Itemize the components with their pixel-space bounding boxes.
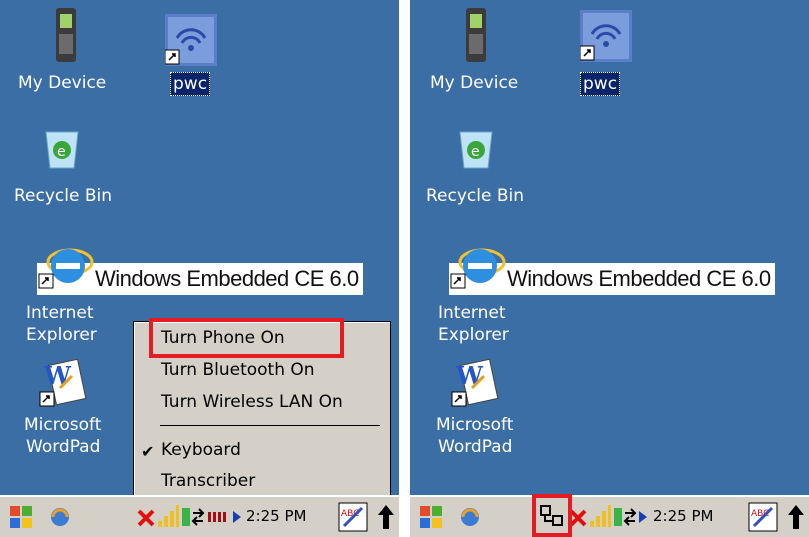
recycle-bin-icon[interactable]: e (456, 128, 496, 170)
start-icon[interactable] (416, 503, 446, 531)
svg-text:W: W (455, 361, 484, 390)
highlight-network-icon (532, 494, 572, 537)
signal-strength-icon[interactable] (588, 503, 612, 529)
battery-connection-icon[interactable] (181, 505, 205, 529)
device-icon[interactable] (52, 8, 80, 64)
keyboard-indicator-icon[interactable] (207, 510, 229, 524)
internet-explorer-label-2[interactable]: Explorer (438, 324, 509, 346)
menu-item-transcriber[interactable]: Transcriber (161, 471, 255, 491)
my-device-label[interactable]: My Device (430, 72, 518, 94)
wordpad-label-2[interactable]: WordPad (438, 436, 512, 458)
internet-explorer-label-1[interactable]: Internet (438, 302, 506, 324)
highlight-turn-phone-on (149, 318, 344, 358)
wordpad-label-1[interactable]: Microsoft (436, 414, 513, 436)
arrow-right-icon[interactable] (232, 510, 242, 524)
checkmark-icon: ✔ (141, 442, 155, 461)
menu-item-turn-wireless-lan-on[interactable]: Turn Wireless LAN On (161, 392, 343, 412)
left-screen: My Device pwc e Recycle Bin Windows Embe… (0, 0, 399, 537)
input-panel-icon[interactable]: ABC (748, 502, 778, 532)
ie-icon[interactable] (450, 236, 506, 292)
signal-strength-icon[interactable] (156, 503, 180, 529)
right-screen: My Device pwc e Recycle Bin Windows Embe… (410, 0, 809, 537)
wordpad-icon[interactable]: W (450, 358, 500, 408)
svg-text:e: e (57, 144, 66, 160)
arrow-up-icon[interactable] (786, 503, 806, 531)
menu-separator (160, 425, 380, 426)
taskbar: 2:25 PM ABC (410, 495, 809, 537)
taskbar: 2:25 PM ABC (0, 495, 399, 537)
device-icon[interactable] (462, 8, 490, 64)
recycle-bin-label[interactable]: Recycle Bin (14, 185, 112, 207)
internet-explorer-label-1[interactable]: Internet (26, 302, 94, 324)
no-signal-icon[interactable] (136, 506, 156, 528)
internet-explorer-label-2[interactable]: Explorer (26, 324, 97, 346)
svg-text:e: e (471, 144, 480, 160)
recycle-bin-label[interactable]: Recycle Bin (426, 185, 524, 207)
wifi-icon[interactable] (165, 14, 217, 66)
input-panel-icon[interactable]: ABC (338, 502, 368, 532)
svg-text:W: W (43, 361, 72, 390)
ie-icon[interactable] (38, 236, 94, 292)
sync-icon[interactable] (457, 505, 483, 529)
pwc-label[interactable]: pwc (170, 72, 211, 96)
clock[interactable]: 2:25 PM (653, 507, 713, 525)
menu-item-turn-bluetooth-on[interactable]: Turn Bluetooth On (161, 360, 315, 380)
wifi-icon[interactable] (580, 10, 632, 62)
pwc-label[interactable]: pwc (580, 72, 621, 96)
sync-icon[interactable] (47, 505, 73, 529)
battery-connection-icon[interactable] (613, 505, 637, 529)
wordpad-label-2[interactable]: WordPad (26, 436, 100, 458)
recycle-bin-icon[interactable]: e (42, 128, 82, 170)
wordpad-label-1[interactable]: Microsoft (24, 414, 101, 436)
my-device-label[interactable]: My Device (18, 72, 106, 94)
arrow-up-icon[interactable] (376, 503, 396, 531)
start-icon[interactable] (6, 503, 36, 531)
wordpad-icon[interactable]: W (38, 358, 88, 408)
clock[interactable]: 2:25 PM (246, 507, 306, 525)
menu-item-keyboard[interactable]: Keyboard (161, 440, 241, 460)
arrow-right-icon[interactable] (638, 510, 648, 524)
